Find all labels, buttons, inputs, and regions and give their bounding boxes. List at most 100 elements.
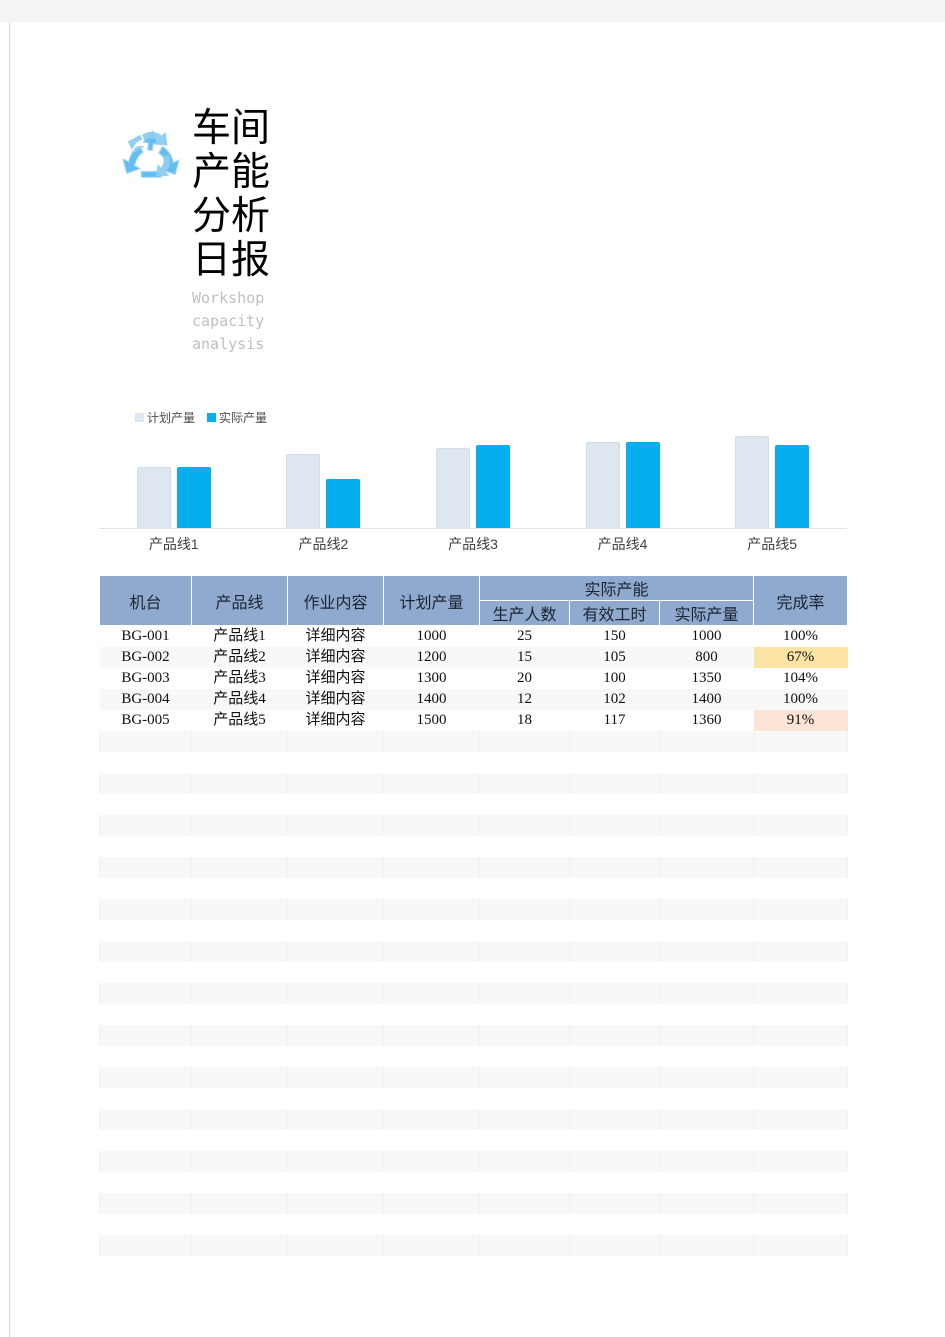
- cell-empty[interactable]: [570, 878, 660, 899]
- cell-empty[interactable]: [100, 1046, 192, 1067]
- cell-empty[interactable]: [753, 1109, 848, 1130]
- cell-empty[interactable]: [383, 1109, 480, 1130]
- cell-empty[interactable]: [570, 1130, 660, 1151]
- cell-empty[interactable]: [570, 1046, 660, 1067]
- cell-empty[interactable]: [100, 1214, 192, 1235]
- cell-empty[interactable]: [479, 857, 570, 878]
- cell-empty[interactable]: [569, 899, 660, 920]
- cell-empty[interactable]: [569, 857, 660, 878]
- cell-empty[interactable]: [753, 1151, 848, 1172]
- cell-job-content[interactable]: 详细内容: [287, 647, 384, 668]
- cell-empty[interactable]: [479, 983, 570, 1004]
- cell-actual-output[interactable]: 800: [659, 647, 754, 668]
- cell-empty[interactable]: [99, 857, 192, 878]
- cell-planned-output[interactable]: 1200: [383, 647, 480, 668]
- cell-empty[interactable]: [100, 878, 192, 899]
- cell-completion-rate[interactable]: 100%: [754, 626, 848, 648]
- cell-empty[interactable]: [99, 1109, 192, 1130]
- cell-empty[interactable]: [191, 1193, 288, 1214]
- cell-product-line[interactable]: 产品线2: [191, 647, 288, 668]
- cell-empty[interactable]: [754, 1046, 848, 1067]
- cell-empty[interactable]: [287, 815, 384, 836]
- cell-empty[interactable]: [288, 962, 384, 983]
- table-empty-row[interactable]: [99, 773, 848, 794]
- cell-empty[interactable]: [192, 1046, 288, 1067]
- cell-product-line[interactable]: 产品线5: [192, 710, 288, 731]
- cell-empty[interactable]: [570, 1214, 660, 1235]
- cell-empty[interactable]: [99, 941, 192, 962]
- cell-empty[interactable]: [660, 1172, 754, 1193]
- cell-empty[interactable]: [191, 1067, 288, 1088]
- cell-empty[interactable]: [383, 1067, 480, 1088]
- cell-empty[interactable]: [479, 731, 570, 752]
- cell-empty[interactable]: [288, 1088, 384, 1109]
- cell-empty[interactable]: [660, 1088, 754, 1109]
- table-row[interactable]: BG-001 产品线1 详细内容 1000 25 150 1000 100%: [100, 626, 848, 648]
- cell-empty[interactable]: [100, 1088, 192, 1109]
- table-empty-row[interactable]: [100, 1130, 848, 1151]
- cell-empty[interactable]: [660, 1214, 754, 1235]
- cell-planned-output[interactable]: 1000: [384, 626, 480, 648]
- cell-empty[interactable]: [479, 1193, 570, 1214]
- col-header-actual-capacity-group[interactable]: 实际产能: [479, 575, 754, 601]
- cell-empty[interactable]: [480, 1004, 570, 1025]
- cell-empty[interactable]: [570, 1088, 660, 1109]
- cell-empty[interactable]: [288, 836, 384, 857]
- cell-empty[interactable]: [191, 983, 288, 1004]
- cell-empty[interactable]: [660, 1256, 754, 1277]
- cell-empty[interactable]: [100, 962, 192, 983]
- cell-effective-hours[interactable]: 100: [570, 668, 660, 689]
- cell-empty[interactable]: [99, 1235, 192, 1256]
- table-empty-row[interactable]: [100, 920, 848, 941]
- table-empty-row[interactable]: [99, 1193, 848, 1214]
- cell-empty[interactable]: [479, 1235, 570, 1256]
- col-header-actual-output[interactable]: 实际产量: [659, 600, 754, 626]
- cell-empty[interactable]: [660, 878, 754, 899]
- col-header-headcount[interactable]: 生产人数: [479, 600, 570, 626]
- cell-empty[interactable]: [384, 1172, 480, 1193]
- cell-empty[interactable]: [480, 920, 570, 941]
- cell-empty[interactable]: [288, 1256, 384, 1277]
- table-empty-row[interactable]: [100, 962, 848, 983]
- cell-empty[interactable]: [480, 1088, 570, 1109]
- cell-empty[interactable]: [570, 920, 660, 941]
- cell-empty[interactable]: [569, 1067, 660, 1088]
- cell-empty[interactable]: [100, 1256, 192, 1277]
- cell-empty[interactable]: [383, 983, 480, 1004]
- cell-empty[interactable]: [480, 1214, 570, 1235]
- cell-empty[interactable]: [480, 962, 570, 983]
- cell-empty[interactable]: [754, 836, 848, 857]
- cell-empty[interactable]: [659, 773, 754, 794]
- cell-empty[interactable]: [192, 1172, 288, 1193]
- cell-empty[interactable]: [480, 752, 570, 773]
- cell-empty[interactable]: [288, 1046, 384, 1067]
- cell-empty[interactable]: [479, 899, 570, 920]
- cell-machine[interactable]: BG-003: [100, 668, 192, 689]
- cell-empty[interactable]: [383, 731, 480, 752]
- cell-empty[interactable]: [384, 920, 480, 941]
- cell-headcount[interactable]: 20: [480, 668, 570, 689]
- cell-empty[interactable]: [99, 731, 192, 752]
- cell-empty[interactable]: [287, 1025, 384, 1046]
- cell-empty[interactable]: [287, 1109, 384, 1130]
- table-row[interactable]: BG-005 产品线5 详细内容 1500 18 117 1360 91%: [100, 710, 848, 731]
- cell-empty[interactable]: [192, 962, 288, 983]
- table-empty-row[interactable]: [100, 1172, 848, 1193]
- cell-planned-output[interactable]: 1300: [384, 668, 480, 689]
- cell-empty[interactable]: [753, 1193, 848, 1214]
- cell-empty[interactable]: [287, 941, 384, 962]
- cell-empty[interactable]: [99, 1025, 192, 1046]
- cell-headcount[interactable]: 18: [480, 710, 570, 731]
- cell-empty[interactable]: [191, 773, 288, 794]
- cell-empty[interactable]: [570, 1172, 660, 1193]
- cell-empty[interactable]: [569, 983, 660, 1004]
- cell-empty[interactable]: [569, 1151, 660, 1172]
- cell-planned-output[interactable]: 1500: [384, 710, 480, 731]
- cell-empty[interactable]: [100, 1130, 192, 1151]
- cell-empty[interactable]: [99, 815, 192, 836]
- cell-empty[interactable]: [480, 1046, 570, 1067]
- table-empty-row[interactable]: [100, 1256, 848, 1277]
- table-empty-row[interactable]: [99, 899, 848, 920]
- table-row[interactable]: BG-003 产品线3 详细内容 1300 20 100 1350 104%: [100, 668, 848, 689]
- cell-empty[interactable]: [479, 1067, 570, 1088]
